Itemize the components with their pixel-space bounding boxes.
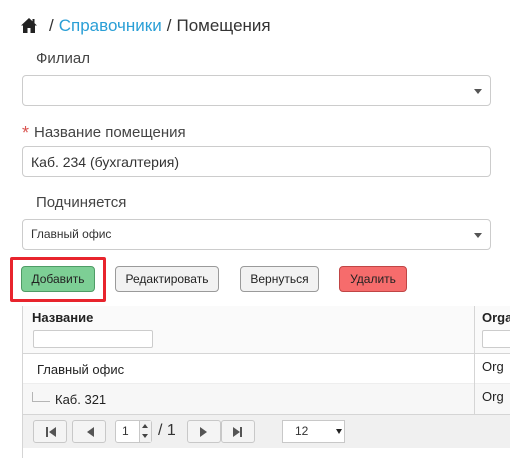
breadcrumb-link-directories[interactable]: Справочники bbox=[59, 16, 162, 36]
breadcrumb-separator: / bbox=[49, 16, 54, 35]
parent-select-value: Главный офис bbox=[31, 227, 112, 241]
table-row[interactable]: Каб. 321 Org bbox=[23, 384, 510, 414]
page-size-select[interactable]: 12 bbox=[282, 420, 345, 443]
grid-header: Название Orga bbox=[23, 306, 510, 354]
back-button[interactable]: Вернуться bbox=[240, 266, 319, 292]
name-filter-input[interactable] bbox=[33, 330, 153, 348]
first-page-button[interactable] bbox=[33, 420, 67, 443]
chevron-down-icon[interactable] bbox=[139, 431, 151, 442]
page-size-value: 12 bbox=[295, 424, 309, 438]
first-page-arrow-icon bbox=[49, 426, 56, 437]
row-name-cell: Главный офис bbox=[37, 362, 125, 377]
table-row[interactable]: Главный офис Org bbox=[23, 354, 510, 384]
room-name-input[interactable] bbox=[22, 146, 491, 177]
next-page-icon bbox=[200, 426, 207, 437]
chevron-down-icon bbox=[336, 429, 342, 434]
column-header-org[interactable]: Orga bbox=[482, 310, 510, 325]
next-page-button[interactable] bbox=[187, 420, 221, 443]
prev-page-icon bbox=[87, 426, 94, 437]
breadcrumb-current: Помещения bbox=[176, 16, 271, 35]
page-number-value: 1 bbox=[122, 424, 129, 438]
row-org-cell: Org bbox=[482, 389, 504, 404]
home-icon[interactable] bbox=[20, 17, 38, 35]
room-name-label-text: Название помещения bbox=[34, 124, 186, 141]
rooms-grid: Название Orga Главный офис Org Каб. 321 … bbox=[22, 306, 510, 458]
org-filter-input[interactable] bbox=[482, 330, 510, 348]
branch-label: Филиал bbox=[36, 50, 91, 67]
chevron-down-icon bbox=[474, 232, 482, 238]
column-header-name[interactable]: Название bbox=[32, 310, 93, 325]
page-number-input[interactable]: 1 bbox=[115, 420, 152, 443]
room-name-label: * Название помещения bbox=[22, 121, 186, 143]
breadcrumb-separator: / bbox=[166, 16, 172, 35]
pager: 1 / 1 12 bbox=[23, 414, 510, 448]
last-page-button[interactable] bbox=[221, 420, 255, 443]
row-name-cell: Каб. 321 bbox=[55, 392, 107, 407]
parent-label: Подчиняется bbox=[36, 194, 127, 211]
column-divider bbox=[474, 306, 475, 414]
row-org-cell: Org bbox=[482, 359, 504, 374]
branch-select[interactable] bbox=[22, 75, 491, 106]
prev-page-button[interactable] bbox=[72, 420, 106, 443]
first-page-icon bbox=[46, 426, 48, 437]
add-button[interactable]: Добавить bbox=[21, 266, 95, 292]
last-page-arrow-icon bbox=[233, 426, 240, 437]
page-total: / 1 bbox=[158, 422, 176, 439]
breadcrumb: / Справочники / Помещения bbox=[20, 15, 271, 37]
last-page-icon bbox=[240, 426, 242, 437]
chevron-down-icon bbox=[474, 88, 482, 94]
delete-button[interactable]: Удалить bbox=[339, 266, 407, 292]
tree-connector bbox=[32, 392, 50, 402]
parent-select[interactable]: Главный офис bbox=[22, 219, 491, 250]
edit-button[interactable]: Редактировать bbox=[115, 266, 219, 292]
required-mark: * bbox=[22, 123, 30, 143]
